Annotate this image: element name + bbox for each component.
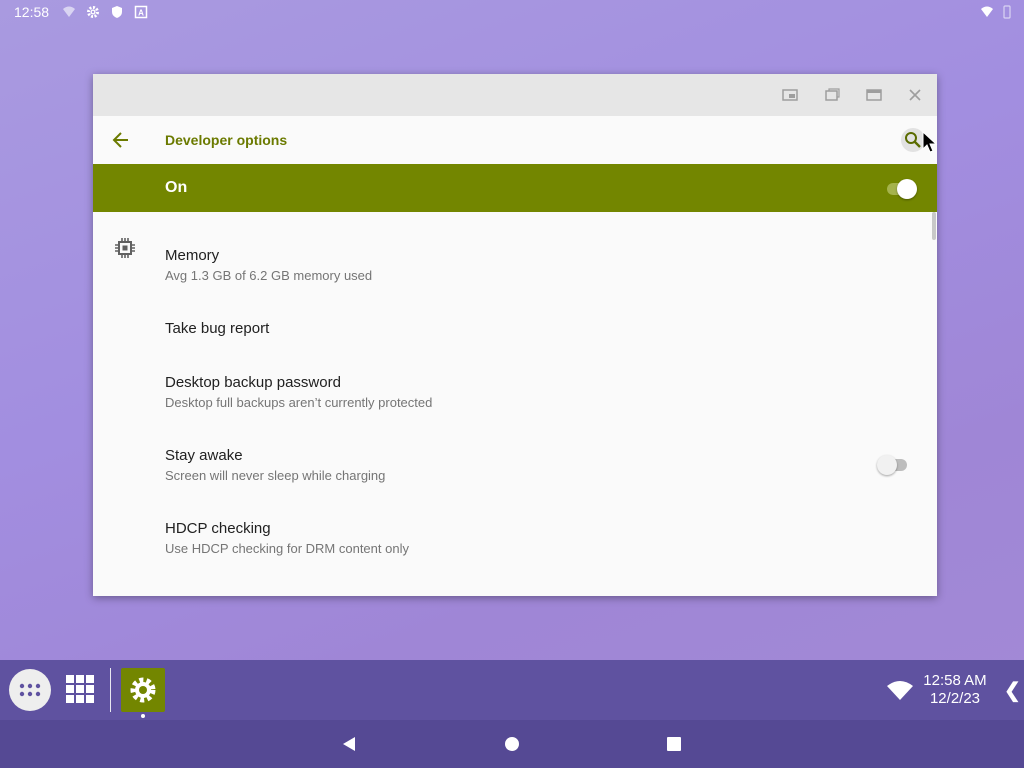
app-bar: Developer options [93, 116, 937, 164]
app-drawer-icon [19, 683, 41, 697]
settings-app-button[interactable] [121, 668, 165, 712]
taskbar: 12:58 AM 12/2/23 ❮ [0, 660, 1024, 720]
recents-square-icon[interactable] [664, 734, 684, 754]
list-item-memory[interactable]: Memory Avg 1.3 GB of 6.2 GB memory used [93, 212, 937, 284]
master-switch-bar[interactable]: On [93, 164, 937, 212]
stay-awake-toggle[interactable] [877, 454, 911, 475]
wifi-signal-icon [63, 6, 75, 17]
memory-summary: Avg 1.3 GB of 6.2 GB memory used [165, 268, 373, 283]
hdcp-checking-summary: Use HDCP checking for DRM content only [165, 541, 409, 556]
a-letter-icon: A [134, 5, 148, 19]
running-indicator [141, 714, 145, 718]
list-bottom-edge [93, 586, 937, 596]
svg-text:A: A [138, 9, 144, 18]
home-circle-icon[interactable] [502, 734, 522, 754]
take-bug-report-title: Take bug report [165, 320, 270, 337]
back-triangle-icon[interactable] [340, 734, 360, 754]
app-drawer-button[interactable] [9, 669, 51, 711]
status-time: 12:58 [14, 4, 50, 20]
restore-icon[interactable] [822, 85, 842, 105]
clock-date: 12/2/23 [929, 690, 981, 707]
settings-app-icon [130, 677, 156, 703]
picture-in-picture-icon[interactable] [780, 85, 800, 105]
list-item-desktop-backup-password[interactable]: Desktop backup password Desktop full bac… [93, 358, 937, 430]
memory-chip-icon [115, 238, 135, 258]
navigation-bar [0, 720, 1024, 768]
status-bar: 12:58 A [0, 0, 1024, 24]
master-switch-label: On [165, 179, 188, 196]
taskbar-clock[interactable]: 12:58 AM 12/2/23 [915, 672, 995, 708]
stay-awake-title: Stay awake [165, 447, 243, 464]
list-item-hdcp-checking[interactable]: HDCP checking Use HDCP checking for DRM … [93, 503, 937, 575]
stay-awake-summary: Screen will never sleep while charging [165, 468, 386, 483]
grid-icon[interactable] [65, 674, 95, 704]
clock-time: 12:58 AM [923, 672, 987, 689]
taskbar-divider [110, 668, 111, 712]
wifi-icon [981, 6, 993, 17]
maximize-icon[interactable] [864, 85, 884, 105]
shield-icon [112, 6, 122, 18]
list-item-stay-awake[interactable]: Stay awake Screen will never sleep while… [93, 430, 937, 502]
desktop-backup-password-summary: Desktop full backups aren’t currently pr… [165, 395, 433, 410]
gear-icon [87, 6, 99, 18]
settings-window: Developer options On Memory Avg 1.3 GB o… [93, 74, 937, 596]
memory-title: Memory [165, 247, 220, 264]
mouse-cursor-icon [922, 131, 938, 153]
battery-icon [1003, 5, 1011, 19]
page-title: Developer options [165, 132, 288, 148]
master-switch-toggle[interactable] [885, 178, 919, 199]
expand-chevron-icon[interactable]: ❮ [1004, 678, 1021, 703]
close-icon[interactable] [905, 85, 925, 105]
desktop-backup-password-title: Desktop backup password [165, 374, 341, 391]
scrollbar-thumb[interactable] [932, 212, 936, 240]
list-item-take-bug-report[interactable]: Take bug report [93, 302, 937, 356]
settings-list: Memory Avg 1.3 GB of 6.2 GB memory used … [93, 212, 937, 596]
window-caption-bar [93, 74, 937, 116]
wifi-tray-icon[interactable] [886, 679, 914, 701]
arrow-back-icon[interactable] [111, 130, 131, 150]
hdcp-checking-title: HDCP checking [165, 520, 271, 537]
